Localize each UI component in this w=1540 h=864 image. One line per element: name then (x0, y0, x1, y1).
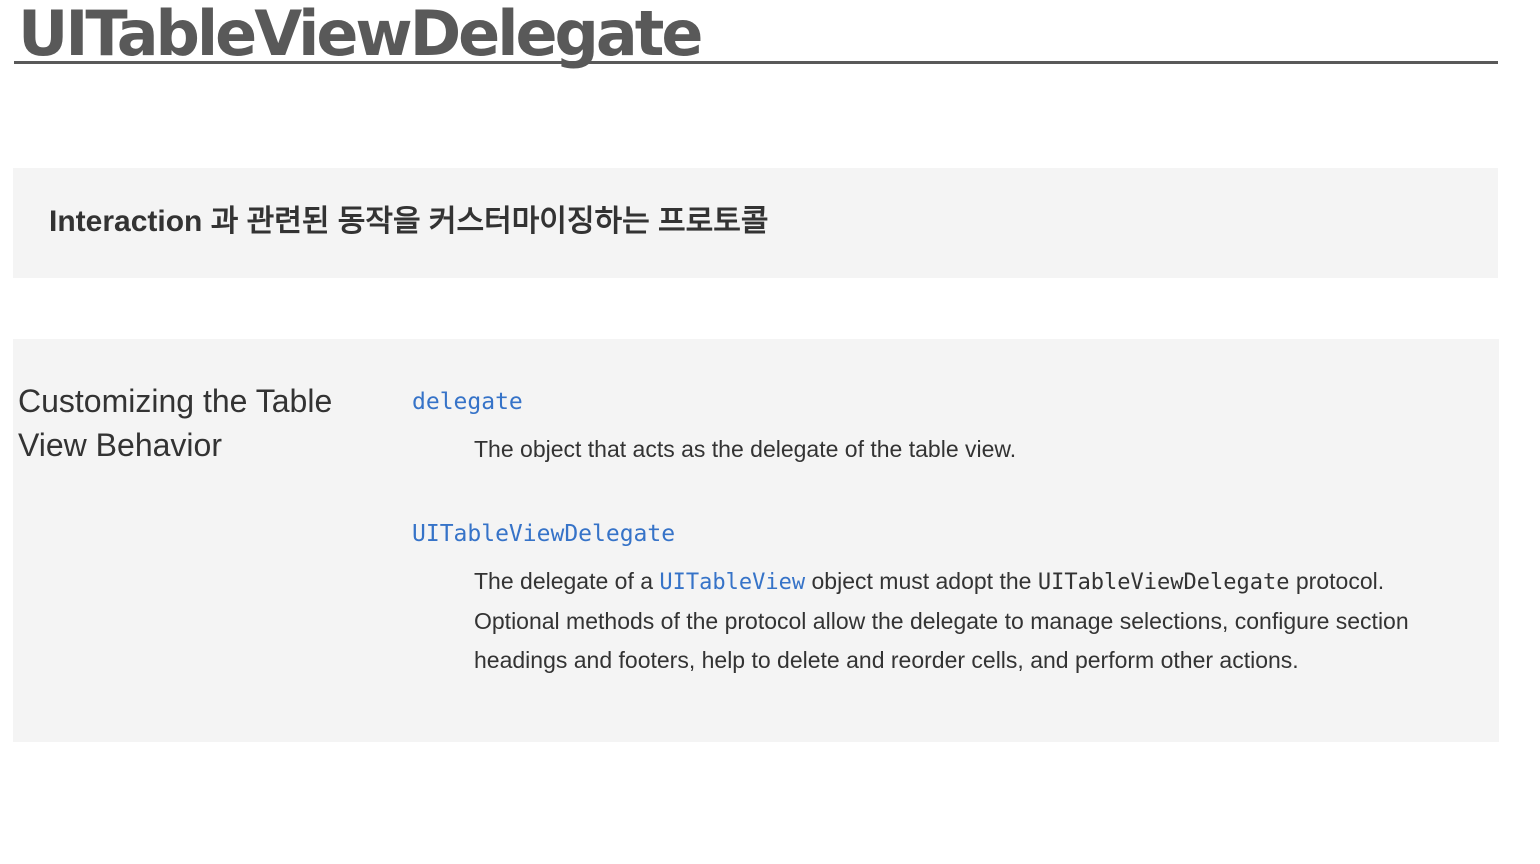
protocol-name-code: UITableViewDelegate (1037, 570, 1290, 595)
page: UITableViewDelegate Interaction 과 관련된 동작… (0, 0, 1540, 864)
delegate-property-link[interactable]: delegate (412, 389, 523, 415)
uitableview-class-link[interactable]: UITableView (659, 570, 805, 595)
uitableviewdelegate-protocol-link[interactable]: UITableViewDelegate (412, 521, 675, 547)
uitableviewdelegate-protocol-description: The delegate of a UITableView object mus… (474, 562, 1474, 680)
summary-text: Interaction 과 관련된 동작을 커스터마이징하는 프로토콜 (49, 205, 769, 238)
description-text-middle: object must adopt the (805, 568, 1038, 594)
summary-panel: Interaction 과 관련된 동작을 커스터마이징하는 프로토콜 (13, 168, 1498, 278)
topic-section: Customizing the Table View Behavior dele… (13, 339, 1499, 742)
topic-heading: Customizing the Table View Behavior (18, 383, 333, 463)
delegate-property-description: The object that acts as the delegate of … (474, 436, 1017, 462)
description-text-before: The delegate of a (474, 568, 660, 594)
page-title: UITableViewDelegate (18, 0, 703, 70)
title-underline: UITableViewDelegate (14, 0, 1498, 70)
